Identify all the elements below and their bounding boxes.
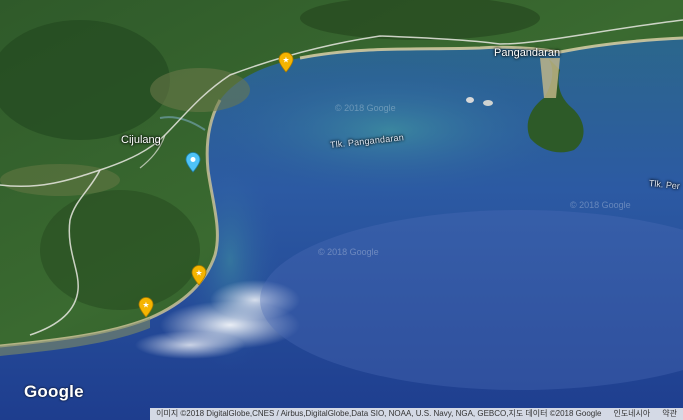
place-label-pangandaran[interactable]: Pangandaran <box>494 47 560 59</box>
star-place-marker[interactable]: ★ <box>190 264 208 286</box>
imagery-watermark: © 2018 Google <box>570 200 631 210</box>
google-logo: Google <box>24 382 84 401</box>
svg-text:★: ★ <box>142 301 149 310</box>
attribution-bar: 이미지 ©2018 DigitalGlobe,CNES / Airbus,Dig… <box>150 408 683 420</box>
imagery-watermark: © 2018 Google <box>318 247 379 257</box>
svg-text:★: ★ <box>282 56 289 65</box>
blue-location-marker[interactable] <box>184 151 202 173</box>
islet <box>483 100 493 106</box>
svg-text:★: ★ <box>195 269 202 278</box>
islet <box>466 97 474 103</box>
surf-cloud <box>135 331 245 359</box>
forest <box>40 190 200 310</box>
attribution-text: 이미지 ©2018 DigitalGlobe,CNES / Airbus,Dig… <box>156 409 602 418</box>
imagery-watermark: © 2018 Google <box>335 103 396 113</box>
satellite-map[interactable] <box>0 0 683 420</box>
farmland <box>150 68 250 112</box>
terms-link[interactable]: 약관 <box>662 408 677 420</box>
place-label-cijulang[interactable]: Cijulang <box>121 134 161 146</box>
star-place-marker[interactable]: ★ <box>277 51 295 73</box>
country-link[interactable]: 인도네시아 <box>613 408 650 420</box>
map-pin-icon <box>185 152 201 173</box>
star-place-marker[interactable]: ★ <box>137 296 155 318</box>
